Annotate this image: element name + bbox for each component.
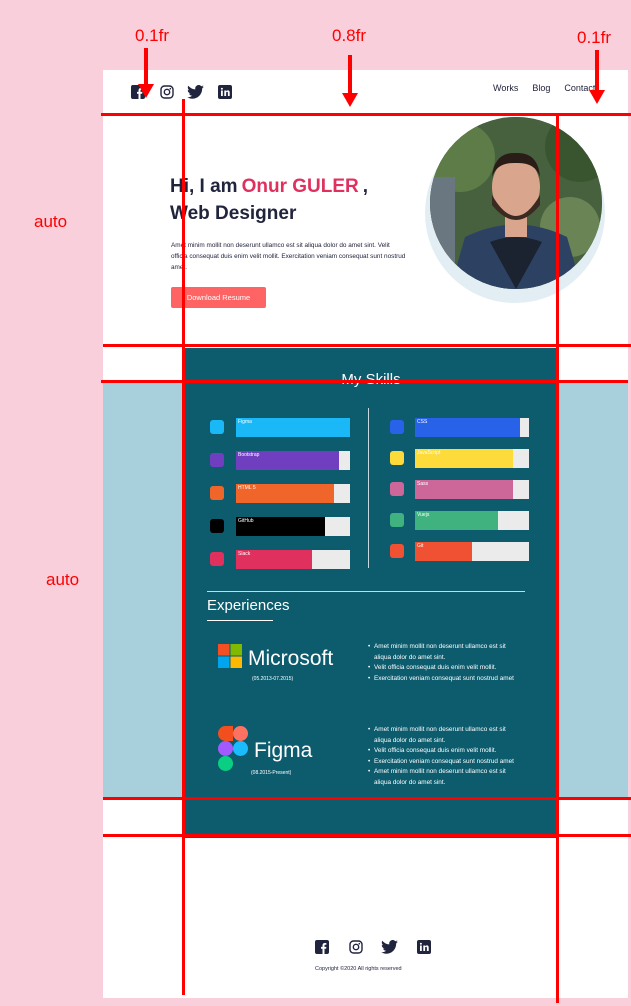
- git-icon: [388, 542, 406, 560]
- skill-bar-fill: [415, 542, 472, 561]
- html5-icon: [208, 484, 226, 502]
- copyright-text: Copyright ©2020 All rights reserved: [315, 966, 402, 972]
- annotation-col-mid: 0.8fr: [332, 26, 367, 45]
- linkedin-icon[interactable]: [415, 938, 432, 955]
- javascript-icon: [388, 449, 406, 467]
- footer-social-links: [313, 938, 432, 955]
- css3-icon: [388, 418, 406, 436]
- annotation-col-left: 0.1fr: [135, 26, 170, 45]
- company-name: Figma: [254, 739, 313, 762]
- skills-column-divider: [368, 408, 369, 568]
- skill-label: Vuejs: [417, 512, 430, 518]
- list-item: Amet minim mollit non deserunt ullamco e…: [368, 642, 522, 663]
- arrowhead: [138, 84, 154, 98]
- skill-bar: HTML 5: [236, 484, 350, 503]
- experiences-underline: [207, 620, 273, 621]
- facebook-icon[interactable]: [313, 938, 330, 955]
- skill-bar: Vuejs: [415, 511, 529, 530]
- arrow: [348, 55, 352, 95]
- skill-label: Sass: [417, 481, 429, 487]
- list-item: Exercitation veniam consequat sunt nostr…: [368, 674, 522, 685]
- arrow: [144, 48, 148, 86]
- skill-label: CSS: [417, 419, 428, 425]
- skill-bar: GitHub: [236, 517, 350, 536]
- nav-works[interactable]: Works: [493, 83, 518, 93]
- hero-description: Amet minim mollit non deserunt ullamco e…: [171, 242, 406, 271]
- skill-label: Git: [417, 543, 424, 549]
- nav-blog[interactable]: Blog: [532, 83, 550, 93]
- experience-bullets-figma: Amet minim mollit non deserunt ullamco e…: [368, 725, 522, 788]
- hero-name: Onur GULER: [241, 176, 359, 197]
- skill-label: Bootstrap: [238, 452, 260, 458]
- list-item: Velit officia consequat duis enim velit …: [368, 663, 522, 674]
- skill-bar: Figma: [236, 418, 350, 437]
- microsoft-logo-icon: [218, 644, 242, 673]
- skill-bar: CSS: [415, 418, 529, 437]
- list-item: Exercitation veniam consequat sunt nostr…: [368, 757, 522, 768]
- skill-label: Figma: [238, 419, 252, 425]
- grid-line-v: [182, 99, 185, 995]
- instagram-icon[interactable]: [158, 83, 175, 100]
- instagram-icon[interactable]: [347, 938, 364, 955]
- grid-line-h: [101, 113, 631, 116]
- vuejs-icon: [388, 511, 406, 529]
- download-resume-button[interactable]: Download Resume: [171, 287, 266, 308]
- skill-bar-fill: [236, 418, 350, 437]
- skill-label: GitHub: [238, 518, 254, 524]
- twitter-icon[interactable]: [187, 83, 204, 100]
- slack-icon: [208, 550, 226, 568]
- bootstrap-icon: [208, 451, 226, 469]
- skill-bar: Bootstrap: [236, 451, 350, 470]
- figma-logo-icon: [218, 726, 248, 776]
- annotation-row-top: auto: [34, 212, 68, 231]
- annotation-row-mid: auto: [46, 570, 80, 589]
- grid-line-h: [101, 380, 628, 383]
- hero-heading: Hi, I am Onur GULER, Web Designer: [170, 173, 368, 227]
- experience-bullets-microsoft: Amet minim mollit non deserunt ullamco e…: [368, 642, 522, 684]
- hero-comma: ,: [362, 176, 369, 197]
- hero-greeting: Hi, I am: [170, 176, 238, 197]
- linkedin-icon[interactable]: [216, 83, 233, 100]
- avatar: [430, 117, 602, 289]
- list-item: Amet minim mollit non deserunt ullamco e…: [368, 767, 522, 788]
- company-microsoft: Microsoft: [218, 644, 333, 673]
- skill-label: HTML 5: [238, 485, 256, 491]
- main-nav: Works Blog Contact: [493, 83, 595, 93]
- company-date: (05.2013-07.2015): [252, 676, 294, 682]
- sass-icon: [388, 480, 406, 498]
- annotation-col-right: 0.1fr: [577, 28, 612, 47]
- arrow: [595, 50, 599, 92]
- company-name: Microsoft: [248, 646, 334, 670]
- experiences-title: Experiences: [207, 597, 290, 614]
- skill-bar: Slack: [236, 550, 350, 569]
- company-date: (08.2015-Present): [251, 770, 292, 776]
- hero-role: Web Designer: [170, 203, 297, 224]
- skill-bar: Git: [415, 542, 529, 561]
- skills-experience-divider: [207, 591, 525, 592]
- figma-icon: [208, 418, 226, 436]
- twitter-icon[interactable]: [381, 938, 398, 955]
- list-item: Amet minim mollit non deserunt ullamco e…: [368, 725, 522, 746]
- grid-line-v: [556, 113, 559, 1003]
- company-figma: Figma: [218, 726, 312, 776]
- arrowhead: [589, 90, 605, 104]
- arrowhead: [342, 93, 358, 107]
- github-icon: [208, 517, 226, 535]
- skill-bar: JavaScript: [415, 449, 529, 468]
- skill-bar-fill: [415, 418, 520, 437]
- skill-bar-fill: [415, 480, 514, 499]
- skill-bar: Sass: [415, 480, 529, 499]
- skill-label: Slack: [238, 551, 251, 557]
- list-item: Velit officia consequat duis enim velit …: [368, 746, 522, 757]
- skill-label: JavaScript: [417, 450, 441, 456]
